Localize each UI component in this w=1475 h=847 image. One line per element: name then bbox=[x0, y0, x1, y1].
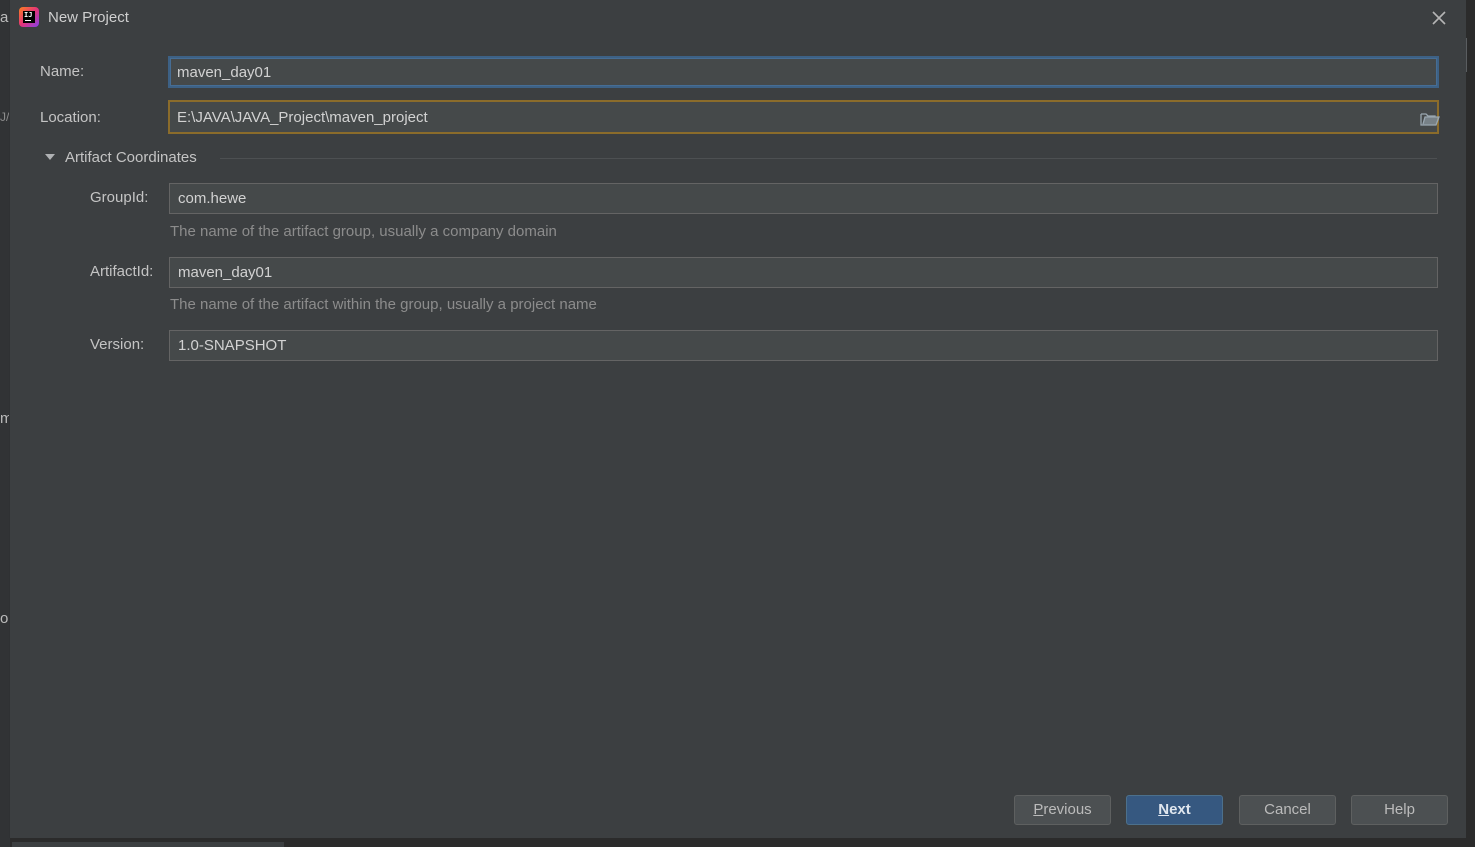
close-icon[interactable] bbox=[1430, 9, 1448, 27]
name-field[interactable] bbox=[168, 56, 1439, 88]
version-label: Version: bbox=[90, 336, 145, 353]
version-field[interactable] bbox=[169, 330, 1438, 361]
groupid-label: GroupId: bbox=[90, 189, 149, 206]
groupid-field[interactable] bbox=[169, 183, 1438, 214]
new-project-dialog: IJ New Project Name: Location: Artifact … bbox=[9, 0, 1466, 838]
dialog-title: New Project bbox=[48, 9, 129, 26]
background-text-fragment: J/ bbox=[0, 110, 10, 124]
next-button-label: ext bbox=[1169, 801, 1191, 818]
cancel-button[interactable]: Cancel bbox=[1239, 795, 1336, 825]
groupid-hint: The name of the artifact group, usually … bbox=[170, 223, 557, 240]
name-label: Name: bbox=[40, 63, 85, 80]
artifact-coordinates-header[interactable]: Artifact Coordinates bbox=[65, 149, 197, 166]
section-divider bbox=[220, 158, 1437, 159]
artifactid-hint: The name of the artifact within the grou… bbox=[170, 296, 597, 313]
background-scroll-edge bbox=[1466, 38, 1475, 72]
previous-button-label: revious bbox=[1043, 801, 1092, 818]
next-button-mnemonic: N bbox=[1158, 801, 1170, 818]
location-field[interactable] bbox=[168, 100, 1439, 134]
previous-button-mnemonic: P bbox=[1033, 801, 1044, 818]
triangle-down-icon[interactable] bbox=[44, 151, 56, 163]
previous-button[interactable]: Previous bbox=[1014, 795, 1111, 825]
artifactid-field[interactable] bbox=[169, 257, 1438, 288]
dialog-titlebar: IJ New Project bbox=[10, 0, 1466, 36]
background-text-fragment: a bbox=[0, 9, 9, 26]
background-status-bar bbox=[12, 842, 284, 847]
help-button[interactable]: Help bbox=[1351, 795, 1448, 825]
location-label: Location: bbox=[40, 109, 101, 126]
folder-open-icon[interactable] bbox=[1420, 111, 1440, 127]
artifactid-label: ArtifactId: bbox=[90, 263, 154, 280]
intellij-idea-icon: IJ bbox=[19, 7, 39, 27]
next-button[interactable]: Next bbox=[1126, 795, 1223, 825]
